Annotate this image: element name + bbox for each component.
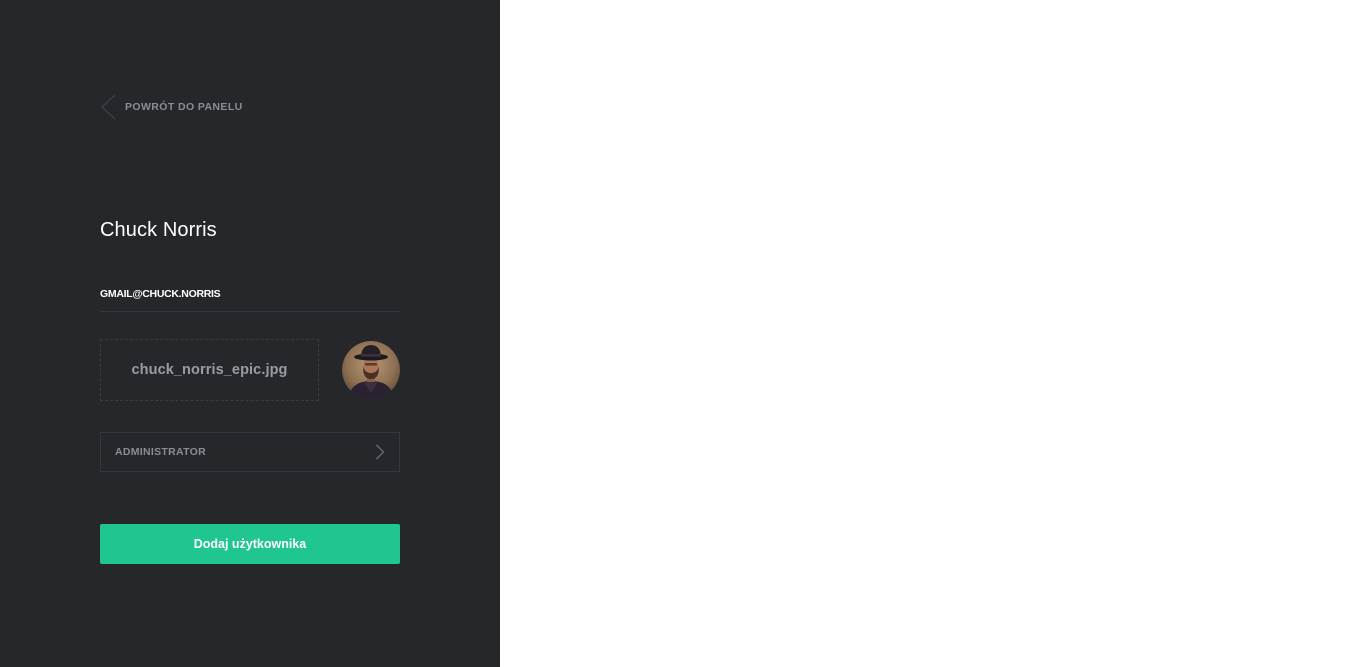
- email-field[interactable]: [100, 276, 400, 312]
- avatar-file-dropzone[interactable]: chuck_norris_epic.jpg: [100, 339, 319, 401]
- back-to-panel-link[interactable]: POWRÓT DO PANELU: [100, 94, 243, 120]
- main-content-area: [500, 0, 1366, 667]
- chevron-right-icon: [376, 444, 385, 460]
- chevron-left-icon: [101, 94, 116, 120]
- user-name-heading: Chuck Norris: [100, 219, 217, 241]
- back-link-label: POWRÓT DO PANELU: [125, 101, 243, 113]
- avatar: [342, 341, 400, 399]
- page: POWRÓT DO PANELU Chuck Norris chuck_norr…: [0, 0, 1366, 667]
- add-user-button[interactable]: Dodaj użytkownika: [100, 524, 400, 564]
- role-select[interactable]: ADMINISTRATOR: [100, 432, 400, 472]
- avatar-file-name: chuck_norris_epic.jpg: [131, 362, 288, 378]
- role-select-value: ADMINISTRATOR: [115, 446, 207, 458]
- sidebar-panel: POWRÓT DO PANELU Chuck Norris chuck_norr…: [0, 0, 500, 667]
